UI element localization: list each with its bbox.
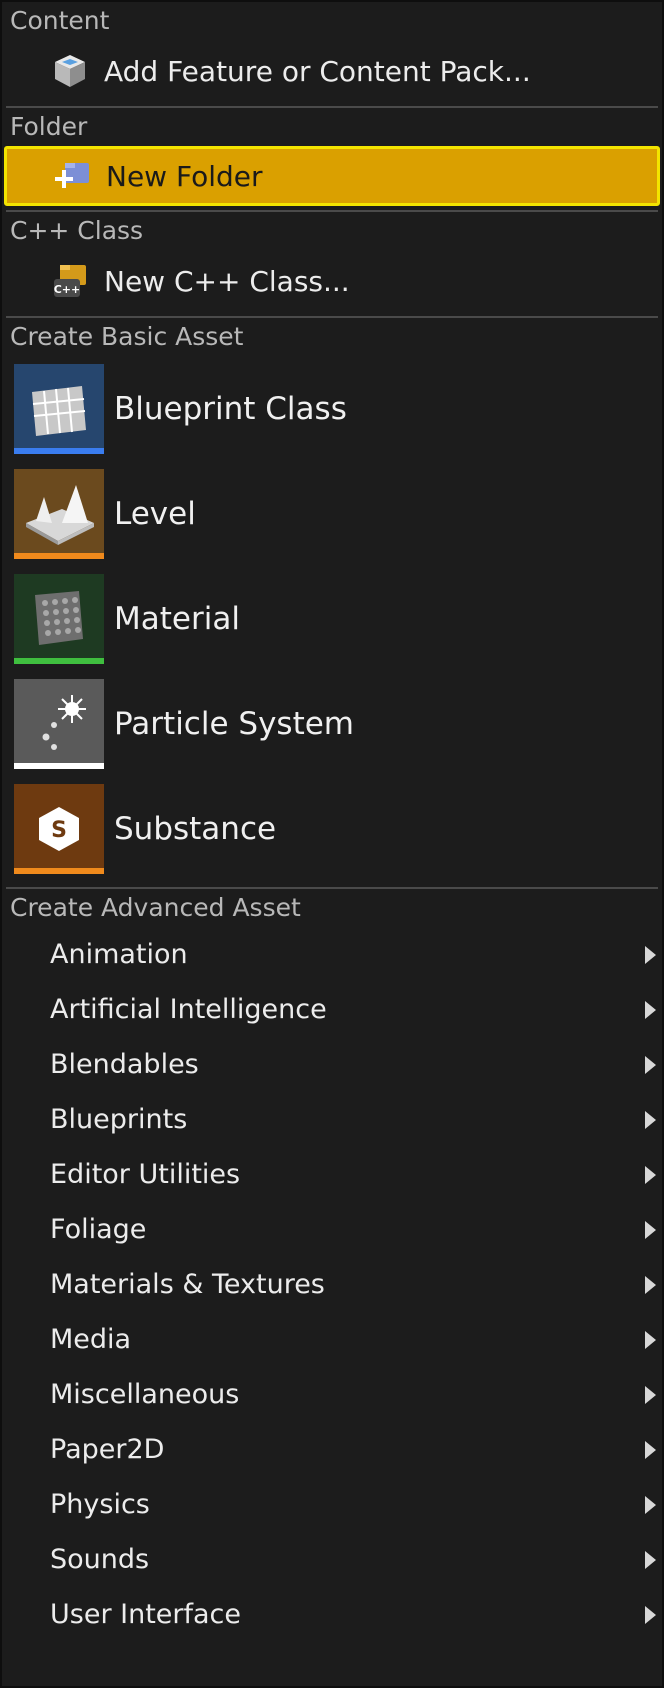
svg-text:C++: C++ [54,283,81,296]
chevron-right-icon [645,945,656,964]
submenu-blendables[interactable]: Blendables [2,1037,662,1092]
submenu-foliage[interactable]: Foliage [2,1202,662,1257]
substance-label: Substance [114,810,277,847]
new-folder-icon [52,156,92,196]
submenu-materials-textures[interactable]: Materials & Textures [2,1257,662,1312]
section-header-cpp-class: C++ Class [10,216,144,245]
chevron-right-icon [645,1550,656,1569]
submenu-label: Physics [50,1489,150,1520]
submenu-editor-utilities[interactable]: Editor Utilities [2,1147,662,1202]
substance-icon: S [14,783,104,874]
blueprint-class-item[interactable]: Blueprint Class [2,356,662,461]
new-cpp-class-label: New C++ Class... [104,264,350,298]
chevron-right-icon [645,1220,656,1239]
asset-type-bar [14,762,104,769]
cpp-class-icon: C++ [50,261,90,301]
chevron-right-icon [645,1000,656,1019]
section-header-content: Content [10,6,110,35]
submenu-label: Editor Utilities [50,1159,241,1190]
chevron-right-icon [645,1055,656,1074]
chevron-right-icon [645,1385,656,1404]
submenu-label: Miscellaneous [50,1379,240,1410]
submenu-artificial-intelligence[interactable]: Artificial Intelligence [2,982,662,1037]
submenu-paper2d[interactable]: Paper2D [2,1422,662,1477]
chevron-right-icon [645,1165,656,1184]
chevron-right-icon [645,1275,656,1294]
submenu-label: Blueprints [50,1104,188,1135]
submenu-miscellaneous[interactable]: Miscellaneous [2,1367,662,1422]
submenu-sounds[interactable]: Sounds [2,1532,662,1587]
submenu-label: Blendables [50,1049,199,1080]
blueprint-icon [14,363,104,454]
submenu-label: Artificial Intelligence [50,994,327,1025]
particle-system-icon [14,678,104,769]
material-item[interactable]: Material [2,566,662,671]
level-label: Level [114,495,196,532]
new-cpp-class-item[interactable]: C++ New C++ Class... [2,250,662,312]
chevron-right-icon [645,1110,656,1129]
submenu-label: Materials & Textures [50,1269,325,1300]
cube-package-icon [50,51,90,91]
new-folder-label: New Folder [106,159,263,193]
chevron-right-icon [645,1605,656,1624]
submenu-label: Sounds [50,1544,150,1575]
material-label: Material [114,600,240,637]
submenu-user-interface[interactable]: User Interface [2,1587,662,1642]
submenu-media[interactable]: Media [2,1312,662,1367]
section-header-advanced-asset: Create Advanced Asset [10,893,301,922]
level-item[interactable]: Level [2,461,662,566]
submenu-label: Animation [50,939,188,970]
submenu-label: User Interface [50,1599,242,1630]
new-folder-item[interactable]: New Folder [4,146,660,206]
section-header-basic-asset: Create Basic Asset [10,322,244,351]
submenu-label: Paper2D [50,1434,165,1465]
section-header-folder: Folder [10,112,88,141]
level-icon [14,468,104,559]
blueprint-class-label: Blueprint Class [114,390,347,427]
submenu-animation[interactable]: Animation [2,927,662,982]
submenu-label: Foliage [50,1214,147,1245]
add-feature-content-pack-label: Add Feature or Content Pack... [104,54,531,88]
create-asset-menu: Content Add Feature or Content Pack... F… [0,0,664,1688]
material-icon [14,573,104,664]
submenu-blueprints[interactable]: Blueprints [2,1092,662,1147]
asset-type-bar [14,447,104,454]
asset-type-bar [14,867,104,874]
chevron-right-icon [645,1495,656,1514]
substance-item[interactable]: S Substance [2,776,662,881]
add-feature-content-pack-item[interactable]: Add Feature or Content Pack... [2,40,662,102]
chevron-right-icon [645,1330,656,1349]
particle-system-label: Particle System [114,705,354,742]
submenu-label: Media [50,1324,132,1355]
svg-text:S: S [51,818,67,843]
asset-type-bar [14,657,104,664]
asset-type-bar [14,552,104,559]
submenu-physics[interactable]: Physics [2,1477,662,1532]
chevron-right-icon [645,1440,656,1459]
particle-system-item[interactable]: Particle System [2,671,662,776]
